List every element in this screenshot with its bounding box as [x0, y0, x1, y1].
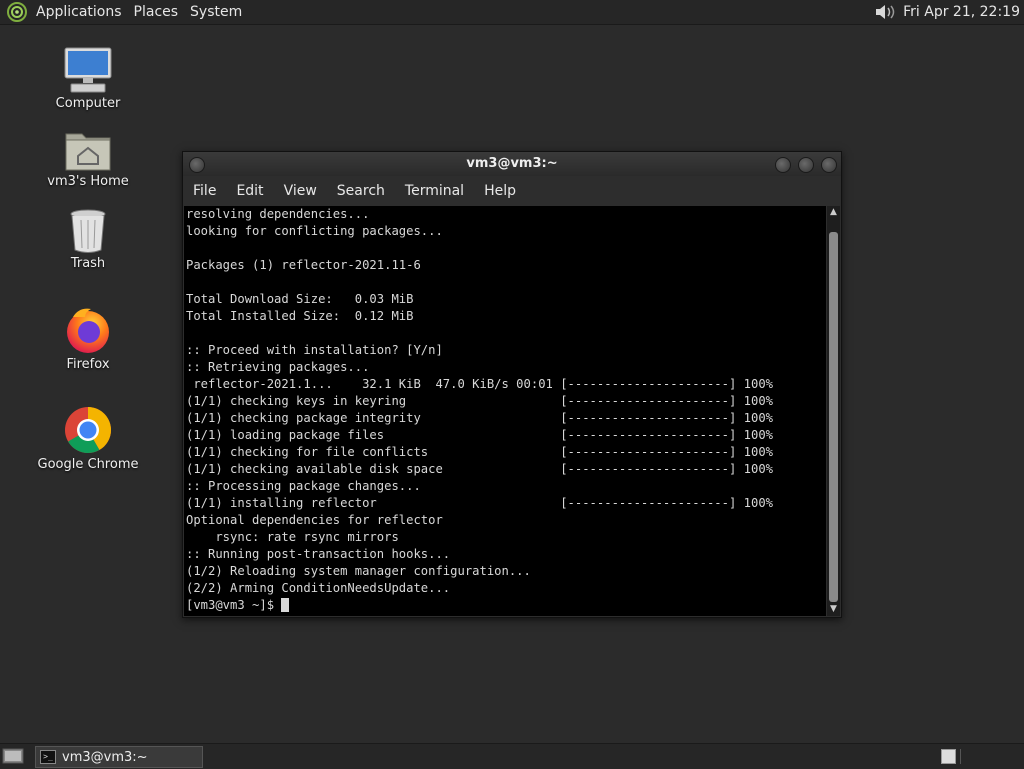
- terminal-window[interactable]: vm3@vm3:~ File Edit View Search Terminal…: [182, 151, 842, 618]
- trash-icon: [70, 209, 106, 253]
- system-tray: Fri Apr 21, 22:19: [873, 0, 1024, 24]
- top-panel: Applications Places System Fri Apr 21, 2…: [0, 0, 1024, 25]
- distro-logo-icon[interactable]: [6, 1, 28, 23]
- desktop-icon-computer[interactable]: Computer: [33, 46, 143, 111]
- taskbar-window-button[interactable]: >_ vm3@vm3:~: [35, 746, 203, 768]
- window-titlebar[interactable]: vm3@vm3:~: [183, 152, 841, 176]
- terminal-line: [vm3@vm3 ~]$: [186, 597, 826, 614]
- menu-view[interactable]: View: [274, 176, 327, 206]
- vertical-scrollbar[interactable]: ▲ ▼: [827, 206, 840, 616]
- terminal-line: (1/1) checking for file conflicts [-----…: [186, 445, 773, 459]
- applications-menu[interactable]: Applications: [30, 0, 128, 24]
- terminal-line: reflector-2021.1... 32.1 KiB 47.0 KiB/s …: [186, 377, 773, 391]
- firefox-icon: [67, 308, 109, 353]
- desktop-icon-chrome[interactable]: Google Chrome: [33, 405, 143, 472]
- terminal-line: :: Running post-transaction hooks...: [186, 547, 451, 561]
- close-button[interactable]: [821, 157, 837, 173]
- show-desktop-icon[interactable]: [2, 746, 24, 766]
- menu-edit[interactable]: Edit: [226, 176, 273, 206]
- terminal-menubar: File Edit View Search Terminal Help: [183, 176, 841, 206]
- terminal-line: :: Processing package changes...: [186, 479, 421, 493]
- scrollbar-thumb[interactable]: [829, 232, 838, 602]
- terminal-line: (1/1) loading package files [-----------…: [186, 428, 773, 442]
- terminal-line: (1/1) checking available disk space [---…: [186, 462, 773, 476]
- menu-terminal[interactable]: Terminal: [395, 176, 474, 206]
- terminal-icon: >_: [40, 750, 56, 764]
- computer-icon: [64, 47, 112, 93]
- chrome-icon: [65, 407, 111, 453]
- window-menu-button[interactable]: [189, 157, 205, 173]
- menu-search[interactable]: Search: [327, 176, 395, 206]
- desktop-icon-label: Trash: [70, 256, 106, 271]
- terminal-output[interactable]: resolving dependencies... looking for con…: [184, 206, 826, 616]
- workspace-1[interactable]: [941, 749, 956, 764]
- terminal-line: Optional dependencies for reflector: [186, 513, 443, 527]
- minimize-button[interactable]: [775, 157, 791, 173]
- home-folder-icon: [65, 133, 111, 171]
- desktop-icon-trash[interactable]: Trash: [33, 208, 143, 271]
- system-menu[interactable]: System: [184, 0, 248, 24]
- volume-icon[interactable]: [873, 2, 897, 22]
- terminal-line: (1/2) Reloading system manager configura…: [186, 564, 531, 578]
- terminal-line: Packages (1) reflector-2021.11-6: [186, 258, 421, 272]
- window-title: vm3@vm3:~: [466, 156, 558, 171]
- taskbar-window-label: vm3@vm3:~: [62, 749, 148, 765]
- desktop-icon-label: Google Chrome: [37, 457, 139, 472]
- desktop-icon-label: Computer: [55, 96, 121, 111]
- scroll-up-arrow-icon[interactable]: ▲: [827, 206, 840, 219]
- clock[interactable]: Fri Apr 21, 22:19: [897, 4, 1024, 20]
- terminal-line: :: Retrieving packages...: [186, 360, 370, 374]
- desktop-icon-label: vm3's Home: [47, 174, 129, 189]
- terminal-line: (1/1) installing reflector [------------…: [186, 496, 773, 510]
- terminal-text: resolving dependencies... looking for con…: [184, 206, 826, 614]
- workspace-divider: [960, 749, 961, 764]
- terminal-line: (2/2) Arming ConditionNeedsUpdate...: [186, 581, 451, 595]
- terminal-line: (1/1) checking package integrity [------…: [186, 411, 773, 425]
- places-menu[interactable]: Places: [128, 0, 185, 24]
- terminal-line: :: Proceed with installation? [Y/n]: [186, 343, 443, 357]
- terminal-line: Total Installed Size: 0.12 MiB: [186, 309, 414, 323]
- maximize-button[interactable]: [798, 157, 814, 173]
- menu-help[interactable]: Help: [474, 176, 526, 206]
- cursor: [281, 598, 289, 612]
- desktop-icon-label: Firefox: [66, 357, 110, 372]
- terminal-line: Total Download Size: 0.03 MiB: [186, 292, 414, 306]
- menu-file[interactable]: File: [183, 176, 226, 206]
- terminal-line: (1/1) checking keys in keyring [--------…: [186, 394, 773, 408]
- bottom-panel: >_ vm3@vm3:~: [0, 743, 1024, 769]
- desktop-icon-firefox[interactable]: Firefox: [33, 305, 143, 372]
- terminal-line: resolving dependencies...: [186, 207, 370, 221]
- terminal-line: rsync: rate rsync mirrors: [186, 530, 399, 544]
- terminal-line: looking for conflicting packages...: [186, 224, 443, 238]
- scroll-down-arrow-icon[interactable]: ▼: [827, 603, 840, 616]
- desktop-icon-home[interactable]: vm3's Home: [33, 128, 143, 189]
